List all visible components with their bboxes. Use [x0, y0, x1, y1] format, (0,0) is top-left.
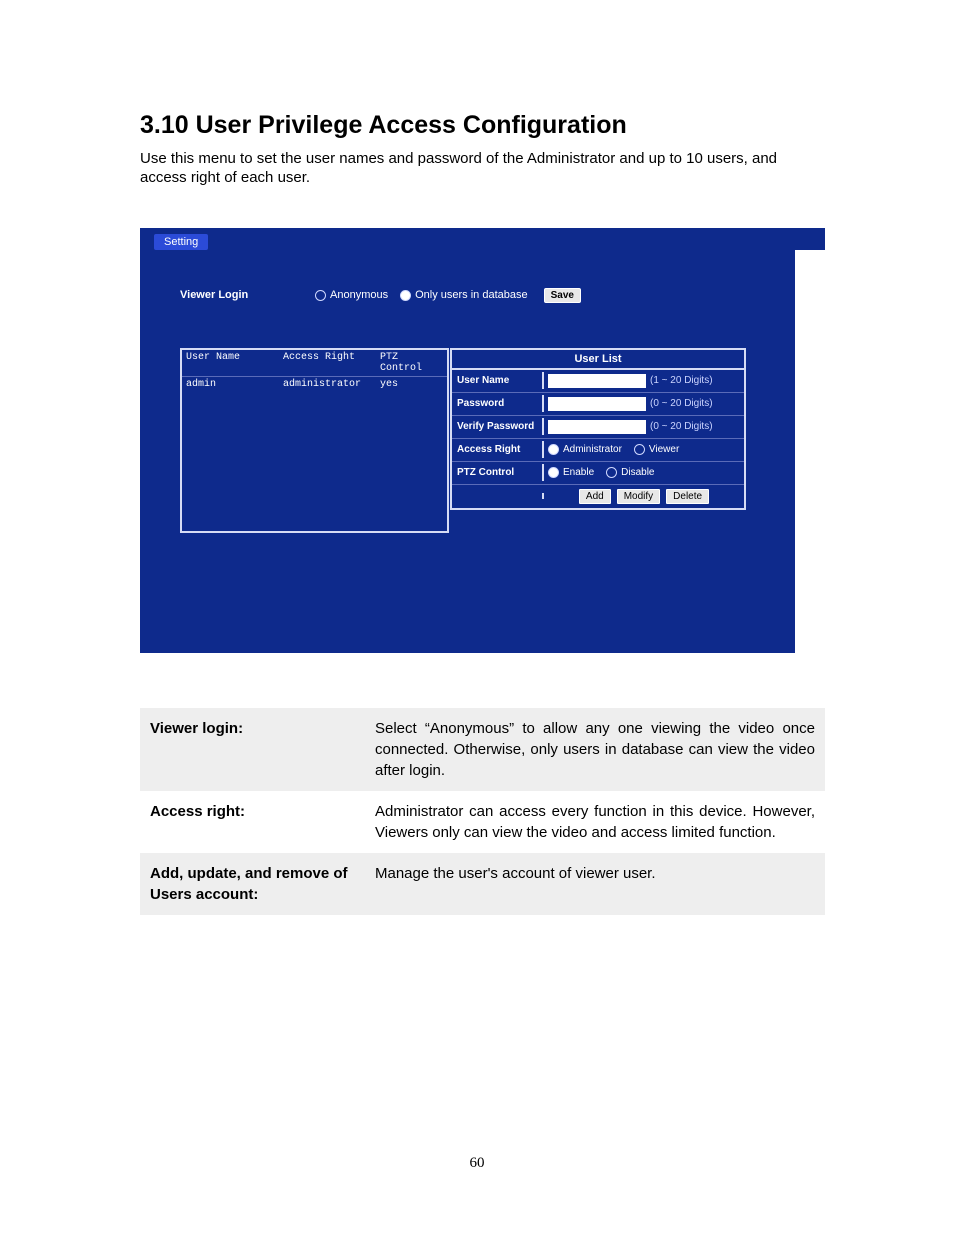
section-heading: 3.10 User Privilege Access Configuration: [140, 110, 814, 140]
radio-anonymous[interactable]: Anonymous: [315, 289, 388, 301]
radio-disable[interactable]: Disable: [606, 467, 654, 478]
radio-admin-label: Administrator: [563, 444, 622, 455]
user-table: User Name Access Right PTZ Control admin…: [180, 348, 449, 533]
screenshot-margin: [795, 250, 825, 653]
radio-administrator[interactable]: Administrator: [548, 444, 622, 455]
description-table: Viewer login: Select “Anonymous” to allo…: [140, 708, 825, 915]
password-input[interactable]: [548, 397, 646, 411]
table-row[interactable]: admin administrator yes: [182, 377, 447, 531]
desc-value: Manage the user's account of viewer user…: [365, 853, 825, 915]
cell-access: administrator: [283, 379, 380, 390]
radio-icon: [606, 467, 617, 478]
label-access-right: Access Right: [452, 441, 544, 458]
radio-anonymous-label: Anonymous: [330, 289, 388, 301]
modify-button[interactable]: Modify: [617, 489, 660, 504]
row-password: Password (0 ~ 20 Digits): [452, 393, 744, 416]
desc-row-access-right: Access right: Administrator can access e…: [140, 791, 825, 853]
user-list-panel: User List User Name (1 ~ 20 Digits) Pass…: [450, 348, 746, 510]
radio-enable[interactable]: Enable: [548, 467, 594, 478]
verify-password-input[interactable]: [548, 420, 646, 434]
user-list-title: User List: [452, 350, 744, 370]
radio-disable-label: Disable: [621, 467, 654, 478]
radio-icon: [548, 467, 559, 478]
hint-verify-password: (0 ~ 20 Digits): [650, 421, 713, 432]
radio-icon: [634, 444, 645, 455]
label-username: User Name: [452, 372, 544, 389]
add-button[interactable]: Add: [579, 489, 611, 504]
desc-value: Select “Anonymous” to allow any one view…: [365, 708, 825, 791]
hint-password: (0 ~ 20 Digits): [650, 398, 713, 409]
radio-only-db[interactable]: Only users in database: [400, 289, 528, 301]
desc-label: Viewer login:: [140, 708, 365, 791]
radio-icon: [315, 290, 326, 301]
row-buttons: Add Modify Delete: [452, 485, 744, 508]
intro-paragraph: Use this menu to set the user names and …: [140, 150, 814, 188]
row-ptz-control: PTZ Control Enable Disable: [452, 462, 744, 485]
label-empty: [452, 493, 544, 499]
row-verify-password: Verify Password (0 ~ 20 Digits): [452, 416, 744, 439]
page-number: 60: [140, 1155, 814, 1172]
viewer-login-label: Viewer Login: [180, 289, 315, 301]
row-username: User Name (1 ~ 20 Digits): [452, 370, 744, 393]
radio-icon: [548, 444, 559, 455]
label-verify-password: Verify Password: [452, 418, 544, 435]
radio-only-db-label: Only users in database: [415, 289, 528, 301]
cell-username: admin: [186, 379, 283, 390]
save-button[interactable]: Save: [544, 288, 581, 303]
settings-screenshot: Setting Viewer Login Anonymous Only user…: [140, 228, 825, 653]
radio-icon: [400, 290, 411, 301]
hint-username: (1 ~ 20 Digits): [650, 375, 713, 386]
desc-value: Administrator can access every function …: [365, 791, 825, 853]
cell-ptz: yes: [380, 379, 443, 390]
viewer-login-row: Viewer Login Anonymous Only users in dat…: [180, 288, 785, 303]
user-table-header: User Name Access Right PTZ Control: [182, 350, 447, 377]
delete-button[interactable]: Delete: [666, 489, 709, 504]
desc-row-add-update-remove: Add, update, and remove of Users account…: [140, 853, 825, 915]
radio-enable-label: Enable: [563, 467, 594, 478]
col-access-right: Access Right: [283, 352, 380, 374]
col-ptz-control: PTZ Control: [380, 352, 443, 374]
tab-setting[interactable]: Setting: [154, 234, 208, 250]
username-input[interactable]: [548, 374, 646, 388]
desc-label: Access right:: [140, 791, 365, 853]
label-password: Password: [452, 395, 544, 412]
desc-row-viewer-login: Viewer login: Select “Anonymous” to allo…: [140, 708, 825, 791]
label-ptz-control: PTZ Control: [452, 464, 544, 481]
radio-viewer[interactable]: Viewer: [634, 444, 679, 455]
radio-viewer-label: Viewer: [649, 444, 679, 455]
col-username: User Name: [186, 352, 283, 374]
desc-label: Add, update, and remove of Users account…: [140, 853, 365, 915]
row-access-right: Access Right Administrator Viewer: [452, 439, 744, 462]
